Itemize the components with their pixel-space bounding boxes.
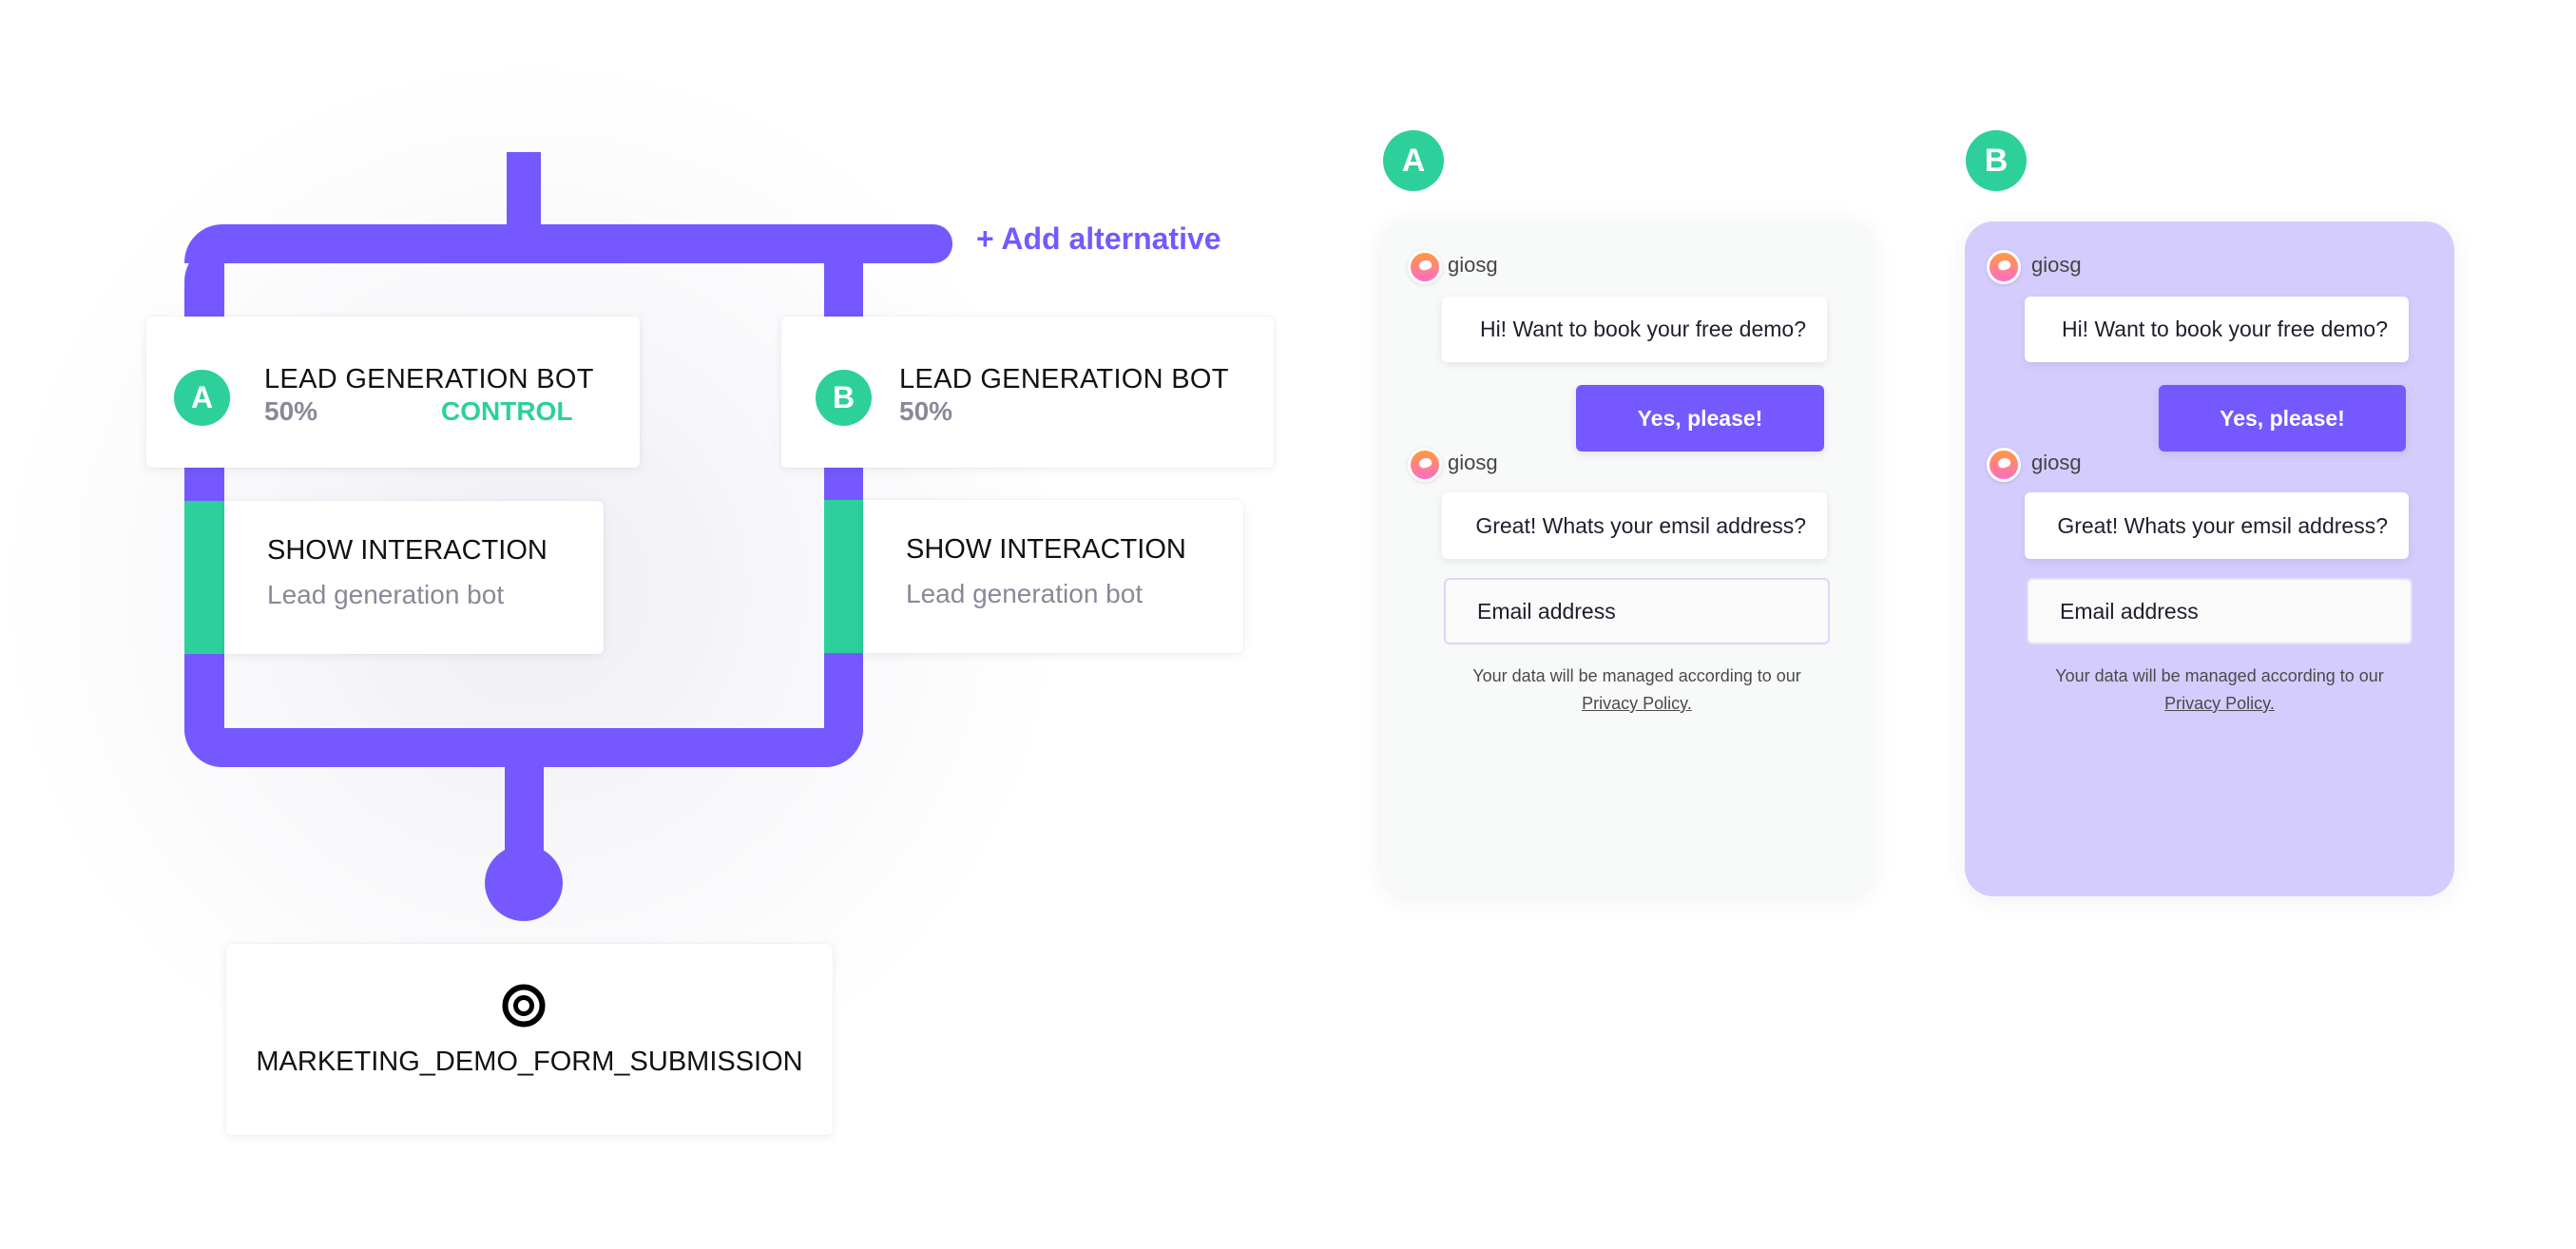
variant-a-card[interactable]: A LEAD GENERATION BOT 50% CONTROL — [146, 317, 640, 468]
privacy-text: Your data will be managed according to o… — [2055, 666, 2384, 685]
goal-event-name: MARKETING_DEMO_FORM_SUBMISSION — [256, 1047, 803, 1077]
yes-please-button[interactable]: Yes, please! — [1576, 385, 1824, 452]
variant-b-badge: B — [816, 370, 872, 426]
goal-card[interactable]: MARKETING_DEMO_FORM_SUBMISSION — [226, 944, 833, 1135]
variant-b-split-percent: 50% — [899, 396, 953, 426]
bot-avatar-icon — [1408, 448, 1442, 482]
flow-terminal-node[interactable] — [485, 845, 563, 921]
variant-a-badge: A — [174, 370, 230, 426]
variant-b-action-subtitle: Lead generation bot — [906, 579, 1144, 608]
yes-please-button[interactable]: Yes, please! — [2159, 385, 2406, 452]
sender-name: giosg — [2031, 253, 2082, 277]
variant-a-title: LEAD GENERATION BOT — [264, 364, 594, 394]
target-icon — [502, 984, 546, 1028]
privacy-notice: Your data will be managed according to o… — [2027, 663, 2413, 718]
add-alternative-button[interactable]: + Add alternative — [976, 221, 1221, 257]
bot-avatar-icon — [1408, 250, 1442, 284]
sender-name: giosg — [1448, 451, 1498, 474]
branch-b-action-indicator — [824, 500, 863, 653]
flow-exit-connector — [505, 760, 544, 855]
variant-a-action-card[interactable]: SHOW INTERACTION Lead generation bot — [224, 501, 604, 654]
chat-message: Great! Whats your emsil address? — [1442, 492, 1827, 559]
privacy-notice: Your data will be managed according to o… — [1444, 663, 1830, 718]
sender-name: giosg — [1448, 253, 1498, 277]
chat-message: Great! Whats your emsil address? — [2025, 492, 2409, 559]
privacy-policy-link[interactable]: Privacy Policy. — [2027, 690, 2413, 718]
privacy-policy-link[interactable]: Privacy Policy. — [1444, 690, 1830, 718]
email-input[interactable]: Email address — [1444, 578, 1830, 644]
bot-avatar-icon — [1987, 448, 2021, 482]
variant-b-action-card[interactable]: SHOW INTERACTION Lead generation bot — [863, 500, 1243, 653]
variant-b-card[interactable]: B LEAD GENERATION BOT 50% — [781, 317, 1274, 468]
variant-b-action-title: SHOW INTERACTION — [906, 534, 1186, 565]
variant-a-split-percent: 50% — [264, 396, 318, 426]
variant-a-action-subtitle: Lead generation bot — [267, 580, 505, 609]
preview-a-badge: A — [1383, 130, 1444, 191]
chat-message: Hi! Want to book your free demo? — [2025, 297, 2409, 362]
chat-message: Hi! Want to book your free demo? — [1442, 297, 1827, 362]
variant-a-action-title: SHOW INTERACTION — [267, 535, 548, 566]
flow-entry-connector — [507, 152, 541, 226]
sender-name: giosg — [2031, 451, 2082, 474]
bot-avatar-icon — [1987, 250, 2021, 284]
email-input[interactable]: Email address — [2027, 578, 2413, 644]
privacy-text: Your data will be managed according to o… — [1472, 666, 1801, 685]
variant-b-title: LEAD GENERATION BOT — [899, 364, 1229, 394]
variant-a-control-tag: CONTROL — [441, 396, 573, 426]
preview-b-badge: B — [1966, 130, 2027, 191]
branch-a-action-indicator — [184, 501, 224, 654]
